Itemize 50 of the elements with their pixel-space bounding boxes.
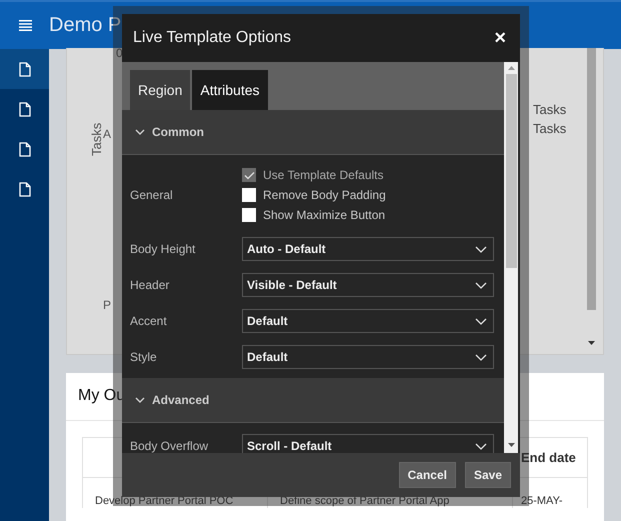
chevron-icon bbox=[475, 282, 487, 288]
close-button[interactable]: × bbox=[492, 26, 508, 50]
chevron-icon bbox=[475, 354, 487, 360]
scroll-thumb[interactable] bbox=[506, 74, 516, 268]
document-icon bbox=[18, 182, 30, 196]
chart-label: Tasks bbox=[533, 121, 566, 136]
checkbox[interactable] bbox=[242, 188, 256, 202]
chevron-icon bbox=[475, 442, 487, 450]
field-label: Style bbox=[130, 350, 158, 364]
chevron-icon bbox=[135, 397, 145, 403]
nav-item[interactable] bbox=[0, 49, 49, 89]
scroll-down-icon[interactable] bbox=[588, 341, 595, 345]
select-field[interactable]: Default bbox=[242, 309, 494, 333]
chevron-icon bbox=[475, 246, 487, 252]
section-header[interactable]: Advanced bbox=[122, 378, 504, 423]
field-label: General bbox=[130, 188, 174, 202]
tab[interactable]: Attributes bbox=[192, 70, 268, 110]
checkbox-label: Use Template Defaults bbox=[263, 168, 384, 182]
checkbox-label: Remove Body Padding bbox=[263, 188, 386, 202]
document-icon bbox=[18, 62, 30, 76]
select-field[interactable]: Visible - Default bbox=[242, 273, 494, 297]
dialog-button[interactable]: Cancel bbox=[398, 462, 456, 488]
field-label: Header bbox=[130, 278, 170, 292]
field-label: Body Height bbox=[130, 242, 196, 256]
scroll-down-icon[interactable] bbox=[508, 443, 514, 447]
checkbox[interactable] bbox=[242, 208, 256, 222]
dialog-button[interactable]: Save bbox=[464, 462, 511, 488]
app-title: Demo P bbox=[49, 14, 122, 37]
menu-icon[interactable] bbox=[19, 20, 32, 31]
section-header[interactable]: Common bbox=[122, 110, 504, 155]
select-field[interactable]: Default bbox=[242, 345, 494, 369]
chart-label: A bbox=[103, 127, 112, 141]
chart-label: Tasks bbox=[89, 122, 104, 156]
document-icon bbox=[18, 102, 30, 116]
chart-label: Tasks bbox=[533, 102, 566, 117]
chart-label: P bbox=[103, 298, 112, 312]
chevron-icon bbox=[135, 129, 145, 135]
chevron-icon bbox=[475, 318, 487, 324]
section-title: Common bbox=[152, 125, 204, 139]
field-label: Body Overflow bbox=[130, 439, 210, 453]
dialog-title: Live Template Options bbox=[133, 29, 292, 47]
chart-label: 0 bbox=[116, 46, 123, 60]
table-cell-text: 25-MAY- bbox=[520, 494, 564, 508]
tab[interactable]: Region bbox=[130, 70, 190, 110]
select-field[interactable]: Auto - Default bbox=[242, 237, 494, 261]
document-icon bbox=[18, 142, 30, 156]
section-title: Advanced bbox=[152, 393, 210, 407]
select-field[interactable]: Scroll - Default bbox=[242, 434, 494, 453]
checkbox-label: Show Maximize Button bbox=[263, 208, 386, 222]
field-label: Accent bbox=[130, 314, 168, 328]
